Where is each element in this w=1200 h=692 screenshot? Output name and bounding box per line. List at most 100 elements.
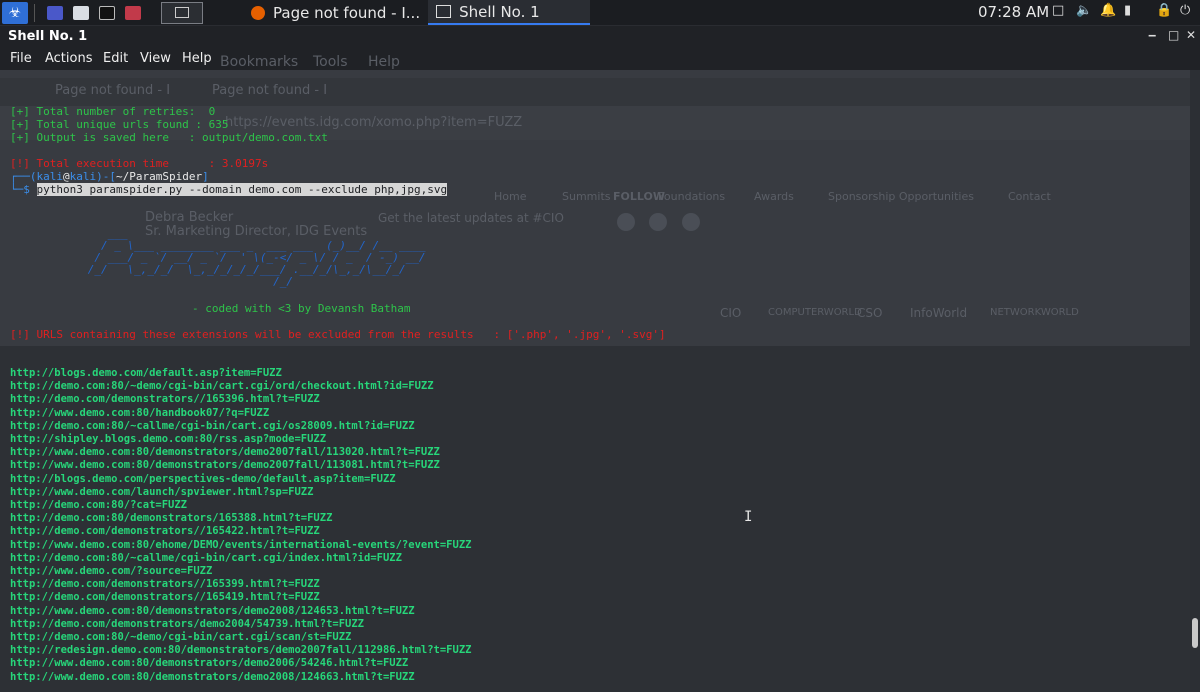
terminal-icon[interactable] [95, 2, 119, 24]
url-line: http://demo.com:80/~demo/cgi-bin/cart.cg… [10, 631, 352, 643]
ghost-nav-home: Home [494, 190, 527, 203]
url-line: http://redesign.demo.com:80/demonstrator… [10, 644, 472, 657]
ghost-nav-foundations: Foundations [658, 190, 726, 203]
ghost-tab-strip: Page not found - I Page not found - I [0, 78, 1200, 106]
ghost-updates: Get the latest updates at #CIO [378, 211, 564, 225]
maximize-icon[interactable]: □ [1168, 28, 1179, 42]
output-path-line: [+] Output is saved here : output/demo.c… [10, 131, 328, 144]
url-line: http://demo.com:80/~callme/cgi-bin/cart.… [10, 551, 402, 564]
ghost-brand-infoworld: InfoWorld [910, 306, 968, 320]
url-line: http://www.demo.com:80/demonstrators/dem… [10, 604, 415, 617]
ghost-follow: FOLLOW [613, 190, 665, 203]
ghost-url: https://events.idg.com/xomo.php?item=FUZ… [225, 115, 523, 130]
browser-launcher-icon[interactable] [121, 2, 145, 24]
show-desktop-icon[interactable] [43, 2, 67, 24]
url-line: http://demo.com/demonstrators//165422.ht… [10, 525, 320, 538]
url-line: http://blogs.demo.com/perspectives-demo/… [10, 472, 396, 485]
ghost-brand-networkworld: NETWORKWORLD [990, 307, 1079, 318]
url-line: http://demo.com:80/~demo/cgi-bin/cart.cg… [10, 380, 434, 393]
notifications-icon[interactable]: 🔔 [1100, 3, 1116, 18]
exclude-message: [!] URLS containing these extensions wil… [10, 328, 666, 341]
url-line: http://demo.com:80/?cat=FUZZ [10, 499, 188, 511]
command-text: python3 paramspider.py --domain demo.com… [36, 183, 448, 196]
url-line: http://www.demo.com/launch/spviewer.html… [10, 485, 314, 498]
url-line: http://www.demo.com:80/demonstrators/dem… [10, 670, 415, 683]
monitor-icon[interactable]: □ [1052, 3, 1064, 18]
url-line: http://demo.com:80/~callme/cgi-bin/cart.… [10, 419, 415, 432]
exec-time-line: [!] Total execution time : 3.0197s [10, 157, 269, 170]
linkedin-icon [682, 213, 700, 231]
url-line: http://www.demo.com:80/demonstrators/dem… [10, 657, 409, 670]
volume-icon[interactable]: 🔈 [1076, 3, 1092, 18]
menu-edit[interactable]: Edit [103, 51, 128, 66]
url-line: http://demo.com/demonstrators/demo2004/5… [10, 617, 365, 630]
url-line: http://blogs.demo.com/default.asp?item=F… [10, 367, 282, 379]
shell-prompt: ┌──(kali@kali)-[~/ParamSpider] [10, 170, 209, 183]
clock[interactable]: 07:28 AM [978, 3, 1049, 21]
prompt-dollar: $ [23, 183, 37, 196]
ghost-brand-computerworld: COMPUTERWORLD [768, 307, 862, 318]
ghost-menu-help: Help [368, 54, 400, 70]
menu-file[interactable]: File [10, 51, 32, 66]
prompt-sep: )-[ [96, 170, 116, 183]
ghost-tab-2: Page not found - I [212, 83, 328, 98]
url-line: http://www.demo.com/?source=FUZZ [10, 565, 213, 577]
command-line: └─$ python3 paramspider.py --domain demo… [10, 183, 448, 196]
top-panel: ☣ Page not found - I... Shell No. 1 07:2… [0, 0, 1200, 26]
taskbar-item-firefox[interactable]: Page not found - I... [243, 0, 428, 25]
ghost-person-name: Debra Becker [145, 210, 234, 225]
ghost-nav-sponsorship: Sponsorship Opportunities [828, 190, 974, 203]
ghost-nav-awards: Awards [754, 190, 794, 203]
kali-menu-icon[interactable]: ☣ [2, 1, 28, 24]
unique-urls-line: [+] Total unique urls found : 635 [10, 118, 229, 131]
window-titlebar[interactable]: Shell No. 1 ‒ □ ✕ [0, 26, 1200, 48]
ghost-brand-cio: CIO [720, 306, 742, 320]
prompt-dir: ~/ParamSpider [116, 170, 203, 183]
retries-line: [+] Total number of retries: 0 [10, 105, 216, 118]
taskbar-item-label: Page not found - I... [273, 3, 421, 22]
menu-actions[interactable]: Actions [45, 51, 93, 66]
menu-bar: File Actions Edit View Help [0, 48, 1200, 70]
ghost-tab-1: Page not found - I [55, 83, 171, 98]
taskbar-item-shell[interactable]: Shell No. 1 [428, 0, 591, 25]
workspace-switcher[interactable] [161, 1, 203, 24]
firefox-icon [251, 5, 265, 20]
facebook-icon [649, 213, 667, 231]
panel-separator [34, 3, 35, 22]
menu-view[interactable]: View [140, 51, 171, 66]
battery-icon[interactable]: ▮ [1124, 3, 1131, 18]
window-title: Shell No. 1 [8, 29, 88, 44]
lock-icon[interactable]: 🔒 [1156, 3, 1172, 18]
prompt-close: ] [202, 170, 209, 183]
minimize-icon[interactable]: ‒ [1148, 28, 1156, 42]
prompt-host: kali [69, 170, 97, 183]
terminal-window-icon [436, 5, 452, 18]
prompt-at: @ [63, 170, 70, 183]
url-line: http://www.demo.com:80/demonstrators/dem… [10, 459, 440, 472]
scrollbar-thumb[interactable] [1192, 618, 1198, 648]
ghost-nav-contact: Contact [1008, 190, 1051, 203]
ghost-menu-tools: Tools [313, 54, 348, 70]
file-manager-icon[interactable] [69, 2, 93, 24]
twitter-icon [617, 213, 635, 231]
text-cursor-icon: I [744, 509, 753, 525]
ghost-menu-bookmarks: Bookmarks [220, 54, 299, 70]
close-icon[interactable]: ✕ [1186, 28, 1196, 42]
scrollbar[interactable] [1190, 70, 1200, 692]
prompt-corner: ┌──( [10, 170, 37, 183]
url-line: http://demo.com/demonstrators//165396.ht… [10, 393, 320, 406]
ghost-nav-summits: Summits [562, 190, 611, 203]
url-line: http://demo.com:80/demonstrators/165388.… [10, 512, 333, 525]
power-icon[interactable]: ⏻ [1180, 3, 1190, 18]
ghost-brand-cso: CSO [857, 306, 883, 320]
url-line: http://www.demo.com:80/demonstrators/dem… [10, 446, 440, 459]
url-line: http://demo.com/demonstrators//165419.ht… [10, 591, 320, 604]
url-line: http://www.demo.com:80/ehome/DEMO/events… [10, 538, 472, 551]
url-line: http://www.demo.com:80/handbook07/?q=FUZ… [10, 406, 270, 419]
prompt-user: kali [36, 170, 64, 183]
prompt-arrow: └─ [10, 183, 24, 196]
taskbar-item-label: Shell No. 1 [459, 2, 540, 21]
paramspider-ascii-logo: ___ / _ \___ ________ ___ _ ___ ___ (_)_… [87, 227, 426, 288]
url-line: http://demo.com/demonstrators//165399.ht… [10, 578, 320, 591]
menu-help[interactable]: Help [182, 51, 212, 66]
